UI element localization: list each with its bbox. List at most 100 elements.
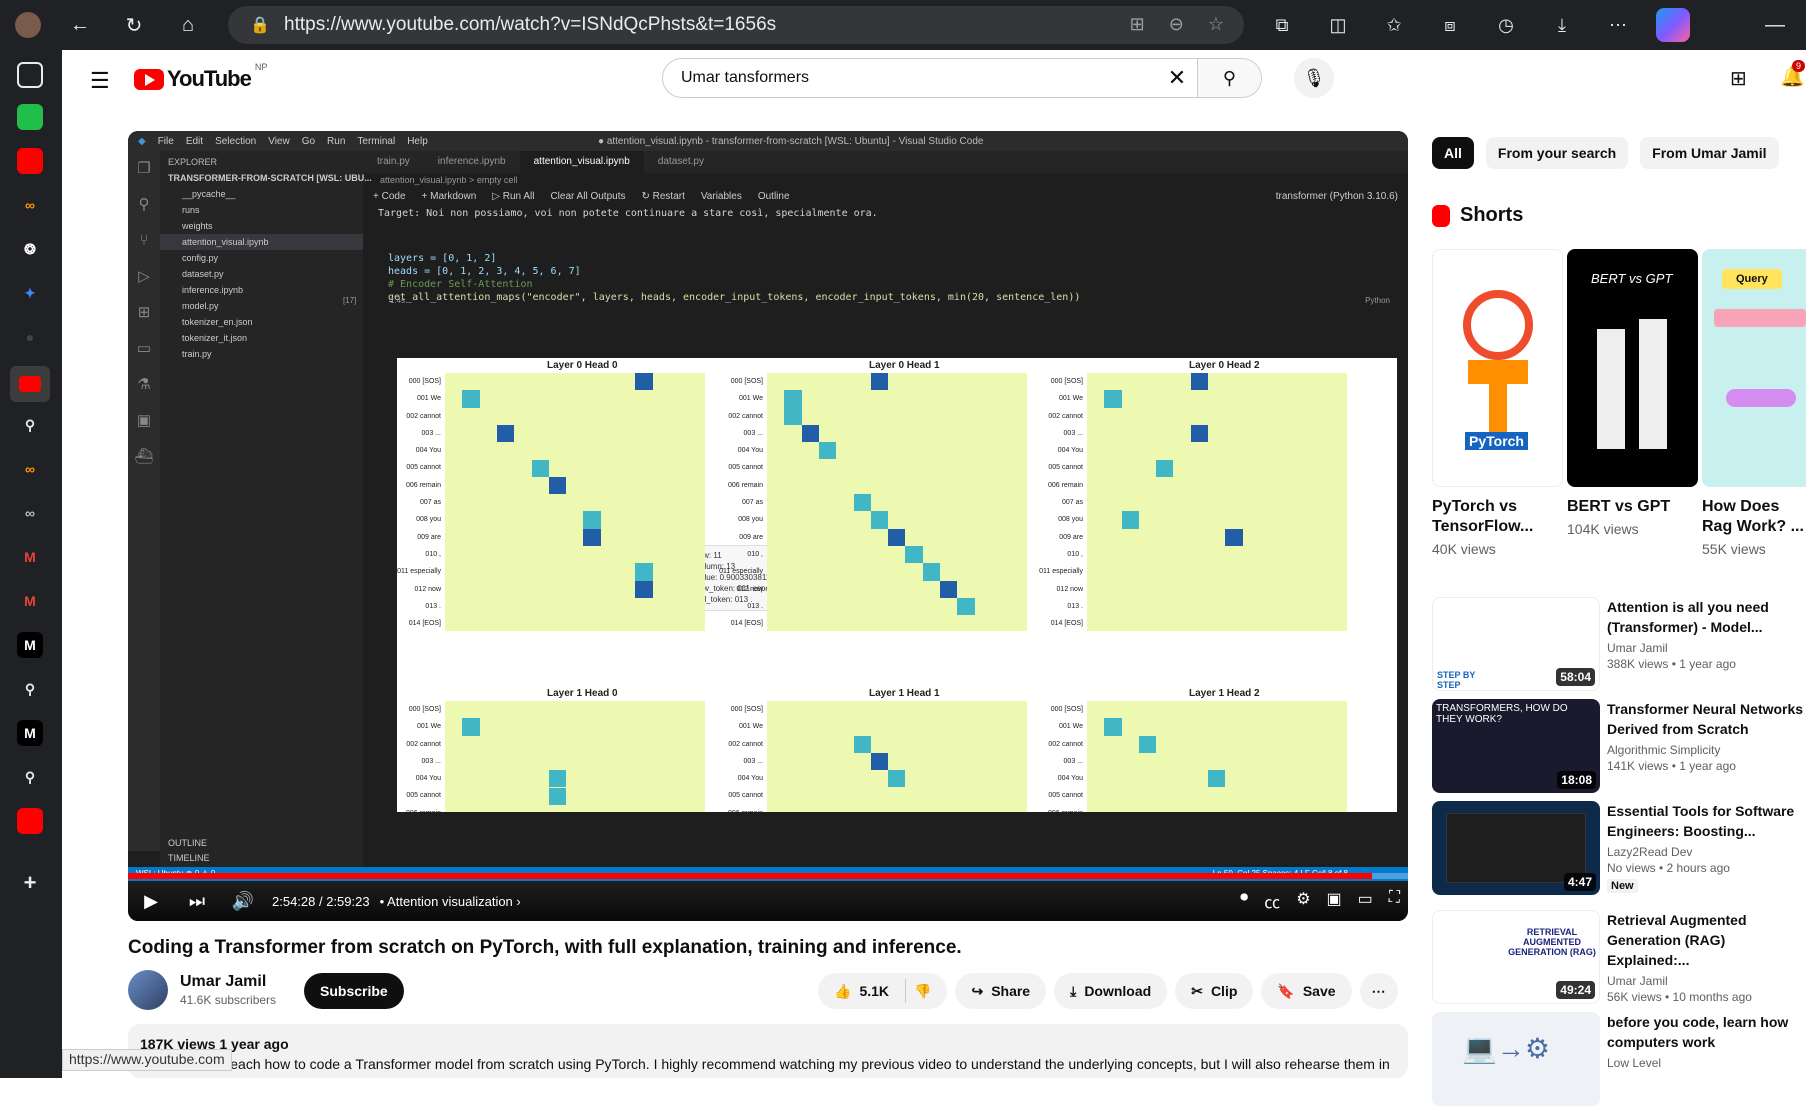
short-thumb-text: BERT vs GPT — [1591, 271, 1673, 286]
settings-icon[interactable]: ⚙ — [1296, 889, 1310, 913]
search-tab-icon-3[interactable]: ⚲ — [17, 764, 43, 790]
short-item[interactable]: Query How Does Rag Work? ... 55K views — [1702, 249, 1806, 557]
next-icon[interactable]: ⏭ — [174, 891, 220, 912]
collections-icon[interactable]: ⧈ — [1430, 5, 1470, 45]
file-item: weights — [182, 221, 213, 231]
search-tab-icon-2[interactable]: ⚲ — [17, 676, 43, 702]
row-label: 000 [SOS] — [730, 706, 763, 713]
minimize-icon[interactable]: — — [1765, 14, 1785, 37]
infinity-app-icon[interactable]: ∞ — [17, 192, 43, 218]
video-player[interactable]: ◆ File Edit Selection View Go Run Termin… — [128, 131, 1408, 921]
fullscreen-icon[interactable]: ⛶ — [1389, 889, 1400, 913]
autoplay-toggle[interactable]: ⏺ — [1240, 889, 1248, 913]
app-available-icon[interactable]: ⊞ — [1130, 14, 1145, 35]
address-bar[interactable]: 🔒 https://www.youtube.com/watch?v=ISNdQc… — [228, 6, 1244, 44]
medium-icon-2[interactable]: M — [17, 720, 43, 746]
recommended-video[interactable]: STEP BY STEP EXPLANATION 58:04 Attention… — [1432, 597, 1806, 691]
favorites-icon[interactable]: ✩ — [1374, 5, 1414, 45]
back-icon[interactable]: ← — [60, 5, 100, 45]
youtube-active-tab-icon[interactable] — [10, 366, 50, 402]
vscode-menu-go: Go — [301, 135, 316, 147]
split-screen-icon[interactable]: ◫ — [1318, 5, 1358, 45]
youtube-logo[interactable]: YouTube NP — [134, 62, 267, 92]
more-actions-icon[interactable]: ⋯ — [1359, 973, 1398, 1009]
recommended-video[interactable]: TRANSFORMERS, HOW DO THEY WORK? 18:08 Tr… — [1432, 699, 1806, 793]
description-box[interactable]: 187K views 1 year ago In this video I te… — [128, 1024, 1408, 1078]
tab-actions-icon[interactable] — [17, 62, 43, 88]
recommended-video[interactable]: 💻→⚙ before you code, learn how computers… — [1432, 1012, 1806, 1106]
download-button[interactable]: ⤓ Download — [1054, 973, 1168, 1009]
infinity-app-icon-2[interactable]: ∞ — [17, 456, 43, 482]
subtitles-icon[interactable]: ㏄ — [1264, 889, 1280, 913]
youtube-tab-icon-2[interactable] — [17, 808, 43, 834]
search-button[interactable]: ⚲ — [1197, 59, 1261, 97]
home-icon[interactable]: ⌂ — [168, 5, 208, 45]
theater-mode-icon[interactable]: ▭ — [1358, 889, 1373, 913]
more-menu-icon[interactable]: ⋯ — [1598, 5, 1638, 45]
share-button[interactable]: ↪ Share — [955, 973, 1047, 1009]
search-tab-icon[interactable]: ⚲ — [17, 412, 43, 438]
chatgpt-icon[interactable]: ❂ — [17, 236, 43, 262]
youtube-tab-icon[interactable] — [17, 148, 43, 174]
miniplayer-icon[interactable]: ▣ — [1327, 889, 1342, 913]
menu-icon[interactable]: ☰ — [90, 68, 110, 94]
subscribe-button[interactable]: Subscribe — [304, 973, 404, 1009]
copilot-icon[interactable] — [1656, 8, 1690, 42]
voice-search-icon[interactable]: 🎙 — [1294, 58, 1334, 98]
vscode-menu-help: Help — [407, 135, 428, 147]
profile-avatar[interactable] — [8, 5, 48, 45]
vscode-menu-file: File — [157, 135, 174, 147]
vscode-menu-view: View — [268, 135, 290, 147]
add-tab-icon[interactable]: + — [17, 870, 43, 896]
heatmap-row-labels: 000 [SOS] 001 We 002 cannot 003 ... 004 You 0… — [715, 701, 763, 812]
channel-name[interactable]: Umar Jamil — [180, 973, 276, 991]
row-label: 011 especially — [719, 568, 763, 576]
file-item: inference.ipynb — [182, 285, 244, 295]
create-video-icon[interactable]: ⊞ — [1730, 66, 1747, 91]
recommended-video[interactable]: 4:47 Essential Tools for Software Engine… — [1432, 801, 1806, 895]
notifications-icon[interactable]: 🔔 9 — [1780, 60, 1806, 89]
channel-name: Algorithmic Simplicity — [1607, 743, 1721, 757]
attention-heatmap — [445, 373, 705, 631]
chip-from-search[interactable]: From your search — [1485, 137, 1629, 169]
row-label: 006 remain — [727, 481, 763, 489]
chip-from-channel[interactable]: From Umar Jamil — [1640, 137, 1779, 169]
downloads-icon[interactable]: ⤓ — [1542, 5, 1582, 45]
vscode-tabs: train.py inference.ipynb attention_visua… — [363, 151, 1408, 173]
refresh-icon[interactable]: ↻ — [114, 5, 154, 45]
llm-icon — [1726, 389, 1796, 407]
app-icon-dark[interactable]: ● — [17, 324, 43, 350]
favorite-star-icon[interactable]: ☆ — [1208, 14, 1224, 35]
clear-search-icon[interactable]: ✕ — [1157, 65, 1197, 91]
video-duration: 18:08 — [1557, 771, 1596, 789]
progress-bar[interactable] — [128, 873, 1408, 879]
row-label: 009 are — [739, 533, 763, 541]
short-thumbnail: Query — [1702, 249, 1806, 487]
recommended-video[interactable]: RETRIEVAL AUGMENTED GENERATION (RAG) 49:… — [1432, 910, 1806, 1004]
gmail-icon-2[interactable]: M — [17, 588, 43, 614]
gemini-icon[interactable]: ✦ — [17, 280, 43, 306]
short-item[interactable]: PyTorch PyTorch vs TensorFlow... 40K vie… — [1432, 249, 1563, 557]
zoom-icon[interactable]: ⊖ — [1169, 14, 1184, 35]
channel-name: Umar Jamil — [1607, 974, 1668, 988]
play-icon[interactable]: ▶ — [128, 891, 174, 912]
history-icon[interactable]: ◷ — [1486, 5, 1526, 45]
short-item[interactable]: BERT vs GPT BERT vs GPT 104K views — [1567, 249, 1698, 537]
channel-avatar[interactable] — [128, 970, 168, 1010]
chapter-title[interactable]: • Attention visualization › — [380, 894, 521, 909]
video-thumbnail: RETRIEVAL AUGMENTED GENERATION (RAG) 49:… — [1432, 910, 1600, 1004]
search-box[interactable]: Umar tansformers ✕ ⚲ — [662, 58, 1262, 98]
save-button[interactable]: 🔖 Save — [1261, 973, 1352, 1009]
search-input[interactable]: Umar tansformers — [663, 69, 1157, 87]
like-button[interactable]: 👍 5.1K 👎 — [818, 973, 948, 1009]
app-icon-green[interactable] — [17, 104, 43, 130]
infinity-app-icon-3[interactable]: ∞ — [17, 500, 43, 526]
extensions-icon[interactable]: ⧉ — [1262, 5, 1302, 45]
clip-button[interactable]: ✂ Clip — [1175, 973, 1254, 1009]
medium-icon[interactable]: M — [17, 632, 43, 658]
row-label: 000 [SOS] — [1050, 378, 1083, 385]
dislike-icon[interactable]: 👎 — [914, 983, 931, 1000]
gmail-icon[interactable]: M — [17, 544, 43, 570]
chip-all[interactable]: All — [1432, 137, 1474, 169]
volume-icon[interactable]: 🔊 — [220, 891, 266, 912]
